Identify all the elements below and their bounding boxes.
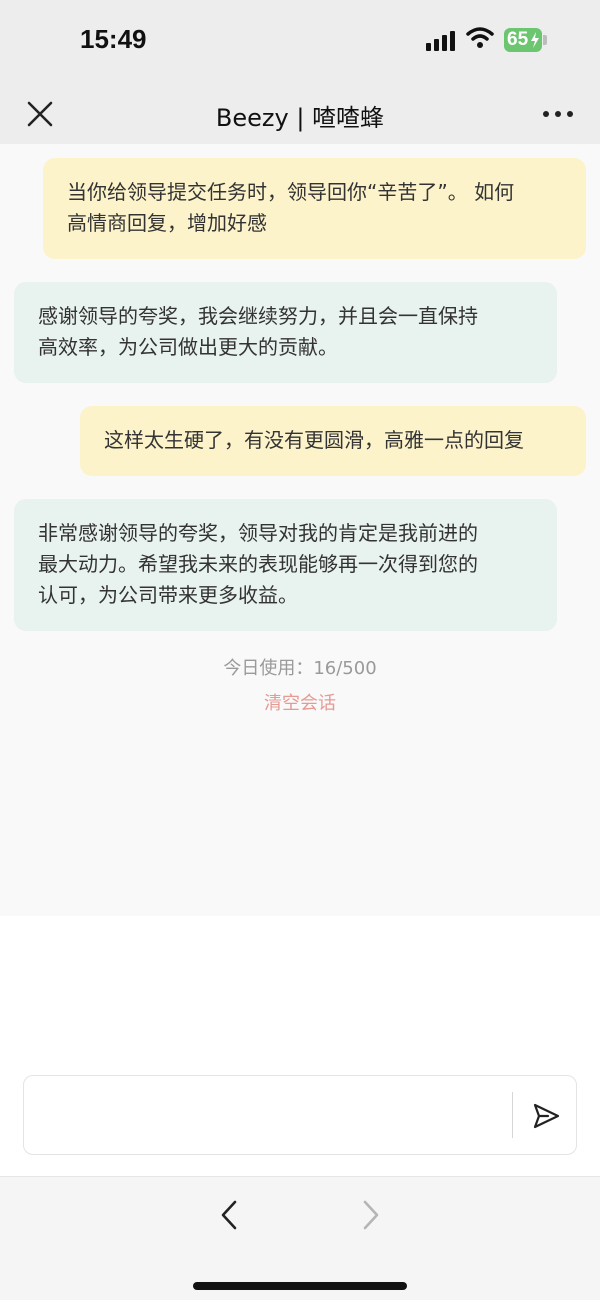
home-indicator [193,1282,407,1290]
status-bar: 15:49 65 [0,0,600,84]
send-icon[interactable] [530,1100,562,1132]
user-message: 这样太生硬了，有没有更圆滑，高雅一点的回复 [80,406,586,476]
charging-bolt-icon [531,32,539,48]
usage-counter: 今日使用：16/500 [223,658,377,679]
input-divider [512,1092,513,1138]
forward-arrow-icon [363,1200,379,1230]
battery-nub [543,35,547,45]
bot-message: 非常感谢领导的夸奖，领导对我的肯定是我前进的 最大动力。希望我未来的表现能够再一… [14,499,557,631]
message-line: 这样太生硬了，有没有更圆滑，高雅一点的回复 [104,428,524,452]
status-time: 15:49 [80,24,147,54]
back-arrow-icon[interactable] [216,1199,242,1231]
signal-icon [426,31,458,51]
page-title: Beezy | 喳喳蜂 [215,104,385,132]
battery-level: 65 [507,29,529,50]
message-input[interactable] [36,1090,506,1140]
message-line: 感谢领导的夸奖，我会继续努力，并且会一直保持 [38,304,478,328]
user-message: 当你给领导提交任务时，领导回你“辛苦了”。 如何 高情商回复，增加好感 [43,158,586,259]
message-line: 非常感谢领导的夸奖，领导对我的肯定是我前进的 [38,521,478,545]
message-line: 高效率，为公司做出更大的贡献。 [38,335,338,359]
wifi-icon [466,27,494,48]
bot-message: 感谢领导的夸奖，我会继续努力，并且会一直保持 高效率，为公司做出更大的贡献。 [14,282,557,383]
clear-conversation-link[interactable]: 清空会话 [0,689,600,715]
battery-icon: 65 [504,28,542,52]
message-input-box [23,1075,577,1155]
bottom-nav-bar [0,1176,600,1300]
nav-bar: Beezy | 喳喳蜂 [0,84,600,144]
message-line: 当你给领导提交任务时，领导回你“辛苦了”。 如何 [67,180,515,204]
message-line: 高情商回复，增加好感 [67,211,267,235]
more-icon[interactable] [540,102,576,126]
message-line: 认可，为公司带来更多收益。 [38,583,298,607]
message-line: 最大动力。希望我未来的表现能够再一次得到您的 [38,552,478,576]
chat-area: 当你给领导提交任务时，领导回你“辛苦了”。 如何 高情商回复，增加好感 感谢领导… [0,144,600,916]
